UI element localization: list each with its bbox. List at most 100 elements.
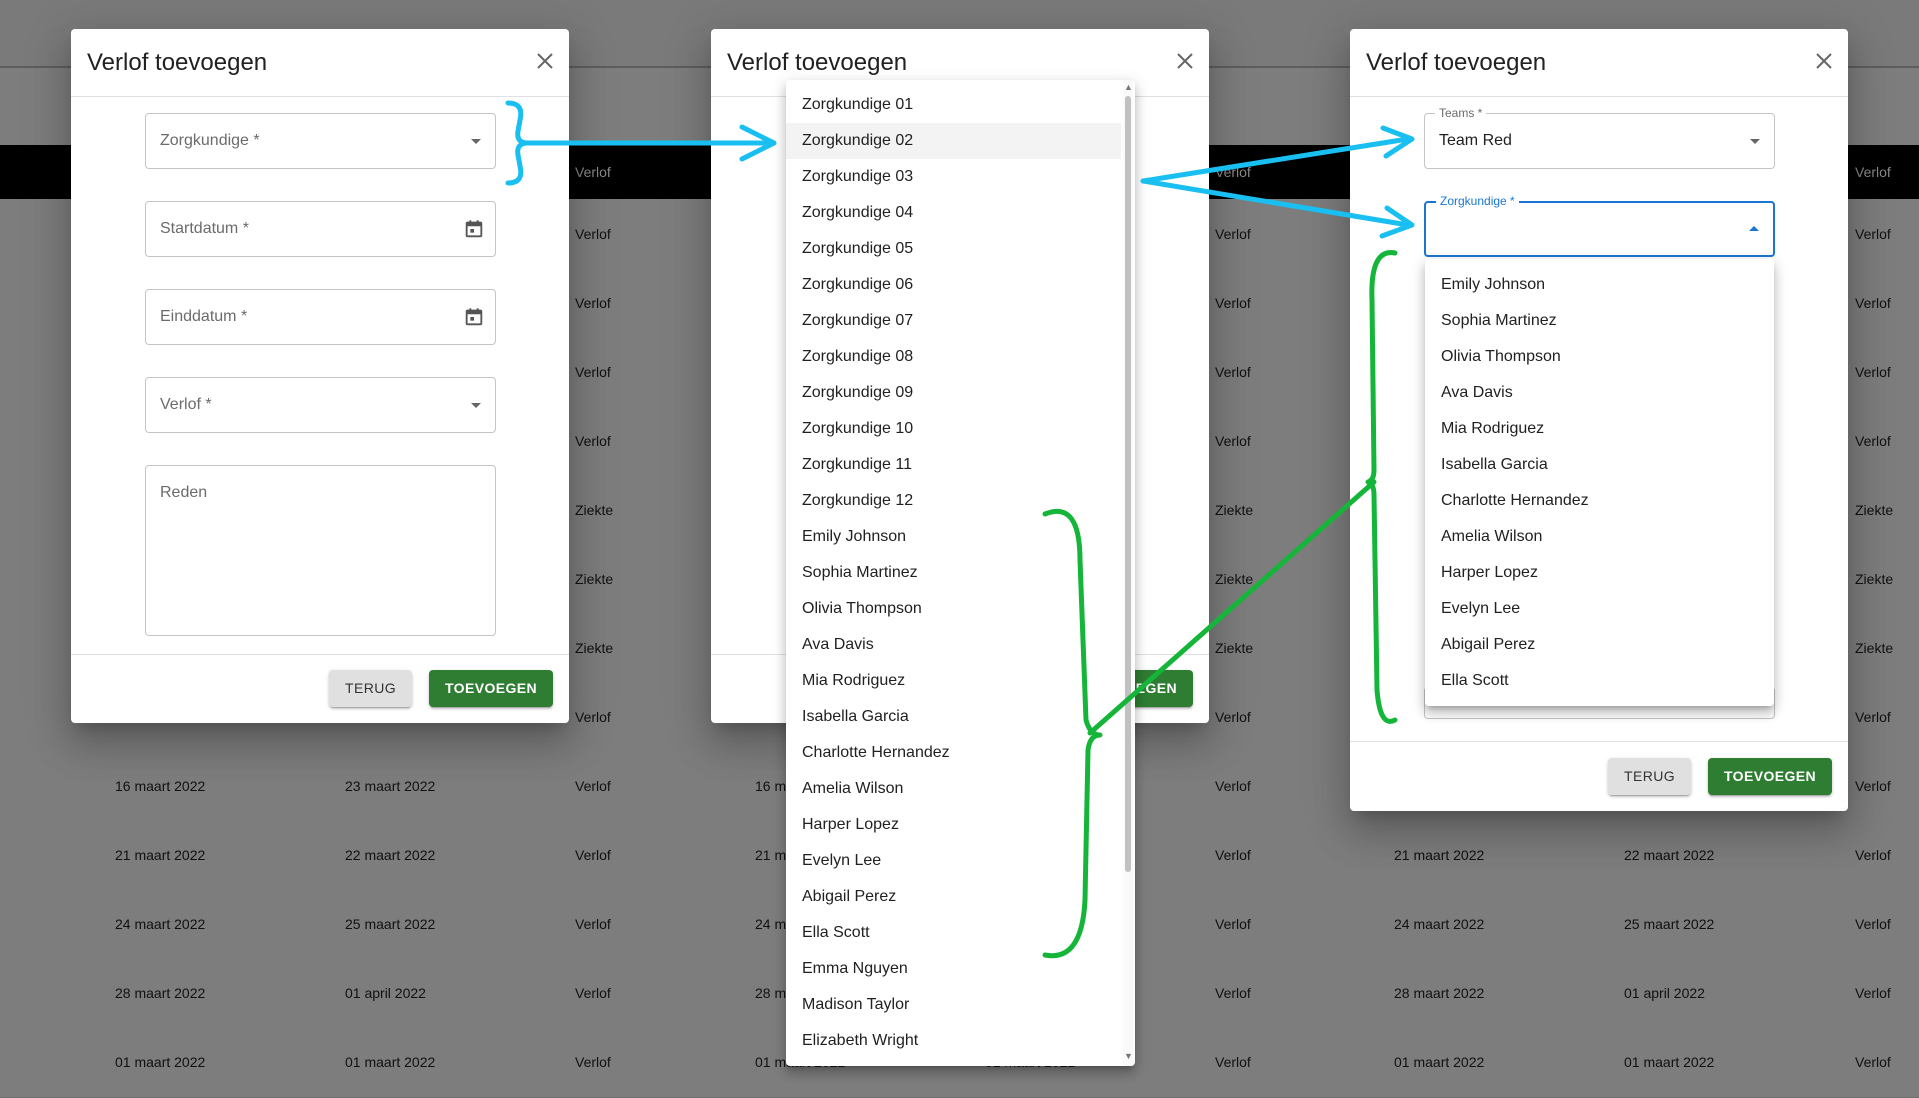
scrollbar[interactable]: ▲ ▼ <box>1123 80 1133 1066</box>
menu-option[interactable]: Zorgkundige 10 <box>786 411 1121 447</box>
menu-option[interactable]: Charlotte Hernandez <box>1425 483 1774 519</box>
close-icon[interactable] <box>1173 49 1197 73</box>
teams-select[interactable]: Teams * Team Red <box>1424 106 1775 169</box>
table-cell: 16 maart 2022 <box>115 778 206 794</box>
menu-option[interactable]: Sophia Martinez <box>1425 303 1774 339</box>
table-cell: Ziekte <box>1215 502 1254 518</box>
table-cell: 28 m <box>755 985 787 1001</box>
table-cell: Verlof <box>1855 778 1891 794</box>
menu-option[interactable]: Elizabeth Wright <box>786 1023 1121 1059</box>
menu-option[interactable]: Zorgkundige 02 <box>786 123 1121 159</box>
title-divider <box>1350 96 1848 97</box>
table-cell: 21 maart 2022 <box>1394 847 1485 863</box>
table-cell: Ziekte <box>1215 640 1254 656</box>
reden-textarea[interactable]: Reden <box>145 465 496 636</box>
menu-option[interactable]: Zorgkundige 09 <box>786 375 1121 411</box>
zorgkundige-select[interactable]: Zorgkundige * <box>1424 194 1775 257</box>
menu-option[interactable]: Olivia Thompson <box>786 591 1121 627</box>
einddatum-field[interactable]: Einddatum * <box>145 289 496 345</box>
menu-option[interactable]: Harper Lopez <box>1425 555 1774 591</box>
add-button[interactable]: EGEN <box>1129 670 1193 707</box>
zorgkundige-label: Zorgkundige * <box>160 132 260 149</box>
table-cell: Verlof <box>1215 709 1251 725</box>
zorgkundige-select[interactable]: Zorgkundige * <box>145 113 496 169</box>
menu-option[interactable]: Isabella Garcia <box>1425 447 1774 483</box>
menu-option[interactable]: Emily Johnson <box>1425 267 1774 303</box>
dropdown-arrow-icon <box>471 139 481 144</box>
menu-option[interactable]: Zorgkundige 06 <box>786 267 1121 303</box>
close-icon[interactable] <box>1812 49 1836 73</box>
reden-label: Reden <box>160 484 208 501</box>
einddatum-label: Einddatum * <box>160 308 248 325</box>
scroll-up-icon[interactable]: ▲ <box>1124 83 1133 92</box>
menu-option[interactable]: Isabella Garcia <box>786 699 1121 735</box>
title-divider <box>71 96 569 97</box>
menu-option[interactable]: Zorgkundige 03 <box>786 159 1121 195</box>
menu-option[interactable]: Abigail Perez <box>1425 627 1774 663</box>
verlof-select[interactable]: Verlof * <box>145 377 496 433</box>
table-cell: 28 maart 2022 <box>115 985 206 1001</box>
menu-option[interactable]: Madison Taylor <box>786 987 1121 1023</box>
table-header-cell: Verlof <box>1855 164 1891 180</box>
menu-option[interactable]: Zorgkundige 04 <box>786 195 1121 231</box>
back-button[interactable]: TERUG <box>329 670 412 707</box>
verlof-label: Verlof * <box>160 396 212 413</box>
menu-option[interactable]: Ava Davis <box>1425 375 1774 411</box>
menu-option[interactable]: Olivia Thompson <box>1425 339 1774 375</box>
menu-option[interactable]: Zorgkundige 01 <box>786 87 1121 123</box>
menu-option[interactable]: Amelia Wilson <box>1425 519 1774 555</box>
back-button[interactable]: TERUG <box>1608 758 1691 795</box>
calendar-icon[interactable] <box>463 306 485 333</box>
menu-option[interactable]: Ella Scott <box>1425 663 1774 699</box>
add-leave-dialog-1: Verlof toevoegen Zorgkundige * Startdatu… <box>71 29 569 723</box>
calendar-icon[interactable] <box>463 218 485 245</box>
menu-option[interactable]: Ava Davis <box>786 627 1121 663</box>
dropdown-arrow-icon <box>471 403 481 408</box>
table-cell: 24 maart 2022 <box>1394 916 1485 932</box>
menu-option[interactable]: Emma Nguyen <box>786 951 1121 987</box>
teams-label: Teams * <box>1435 106 1487 120</box>
table-cell: 25 maart 2022 <box>345 916 436 932</box>
table-cell: Ziekte <box>575 640 614 656</box>
table-cell: 21 m <box>755 847 787 863</box>
table-cell: 01 maart 2022 <box>115 1054 206 1070</box>
table-cell: 25 maart 2022 <box>1624 916 1715 932</box>
scrollbar-thumb[interactable] <box>1125 96 1131 872</box>
add-button[interactable]: TOEVOEGEN <box>429 670 553 707</box>
menu-option[interactable]: Zorgkundige 11 <box>786 447 1121 483</box>
menu-option[interactable]: Zorgkundige 12 <box>786 483 1121 519</box>
menu-option[interactable]: Emily Johnson <box>786 519 1121 555</box>
menu-option[interactable]: Mia Rodriguez <box>786 663 1121 699</box>
scroll-down-icon[interactable]: ▼ <box>1124 1052 1133 1061</box>
table-cell: Ziekte <box>1855 640 1894 656</box>
table-cell: Verlof <box>1215 916 1251 932</box>
table-cell: 24 m <box>755 916 787 932</box>
menu-option[interactable]: Ella Scott <box>786 915 1121 951</box>
menu-option[interactable]: Evelyn Lee <box>1425 591 1774 627</box>
close-icon[interactable] <box>533 49 557 73</box>
menu-option[interactable]: Zorgkundige 08 <box>786 339 1121 375</box>
menu-option[interactable]: Harper Lopez <box>786 807 1121 843</box>
menu-option[interactable]: Zorgkundige 05 <box>786 231 1121 267</box>
table-cell: Verlof <box>575 226 611 242</box>
startdatum-field[interactable]: Startdatum * <box>145 201 496 257</box>
table-cell: Verlof <box>1215 847 1251 863</box>
menu-option[interactable]: Zorgkundige 07 <box>786 303 1121 339</box>
table-cell: Verlof <box>1855 1054 1891 1070</box>
menu-option[interactable]: Charlotte Hernandez <box>786 735 1121 771</box>
menu-option[interactable]: Sophia Martinez <box>786 555 1121 591</box>
table-cell: 01 maart 2022 <box>345 1054 436 1070</box>
add-button[interactable]: TOEVOEGEN <box>1708 758 1832 795</box>
table-cell: Verlof <box>1215 1054 1251 1070</box>
zorgkundige-dropdown-menu: Emily Johnson Sophia Martinez Olivia Thomp… <box>1425 259 1774 706</box>
zorgkundige-dropdown-menu: Zorgkundige 01 Zorgkundige 02 Zorgkundige … <box>786 80 1135 1066</box>
menu-option[interactable]: Evelyn Lee <box>786 843 1121 879</box>
table-cell: Verlof <box>1855 847 1891 863</box>
menu-option[interactable]: Amelia Wilson <box>786 771 1121 807</box>
table-cell: 28 maart 2022 <box>1394 985 1485 1001</box>
menu-option[interactable]: Abigail Perez <box>786 879 1121 915</box>
table-cell: Verlof <box>575 364 611 380</box>
table-cell: Verlof <box>575 916 611 932</box>
menu-option[interactable]: Mia Rodriguez <box>1425 411 1774 447</box>
dialog-title: Verlof toevoegen <box>1366 49 1547 76</box>
